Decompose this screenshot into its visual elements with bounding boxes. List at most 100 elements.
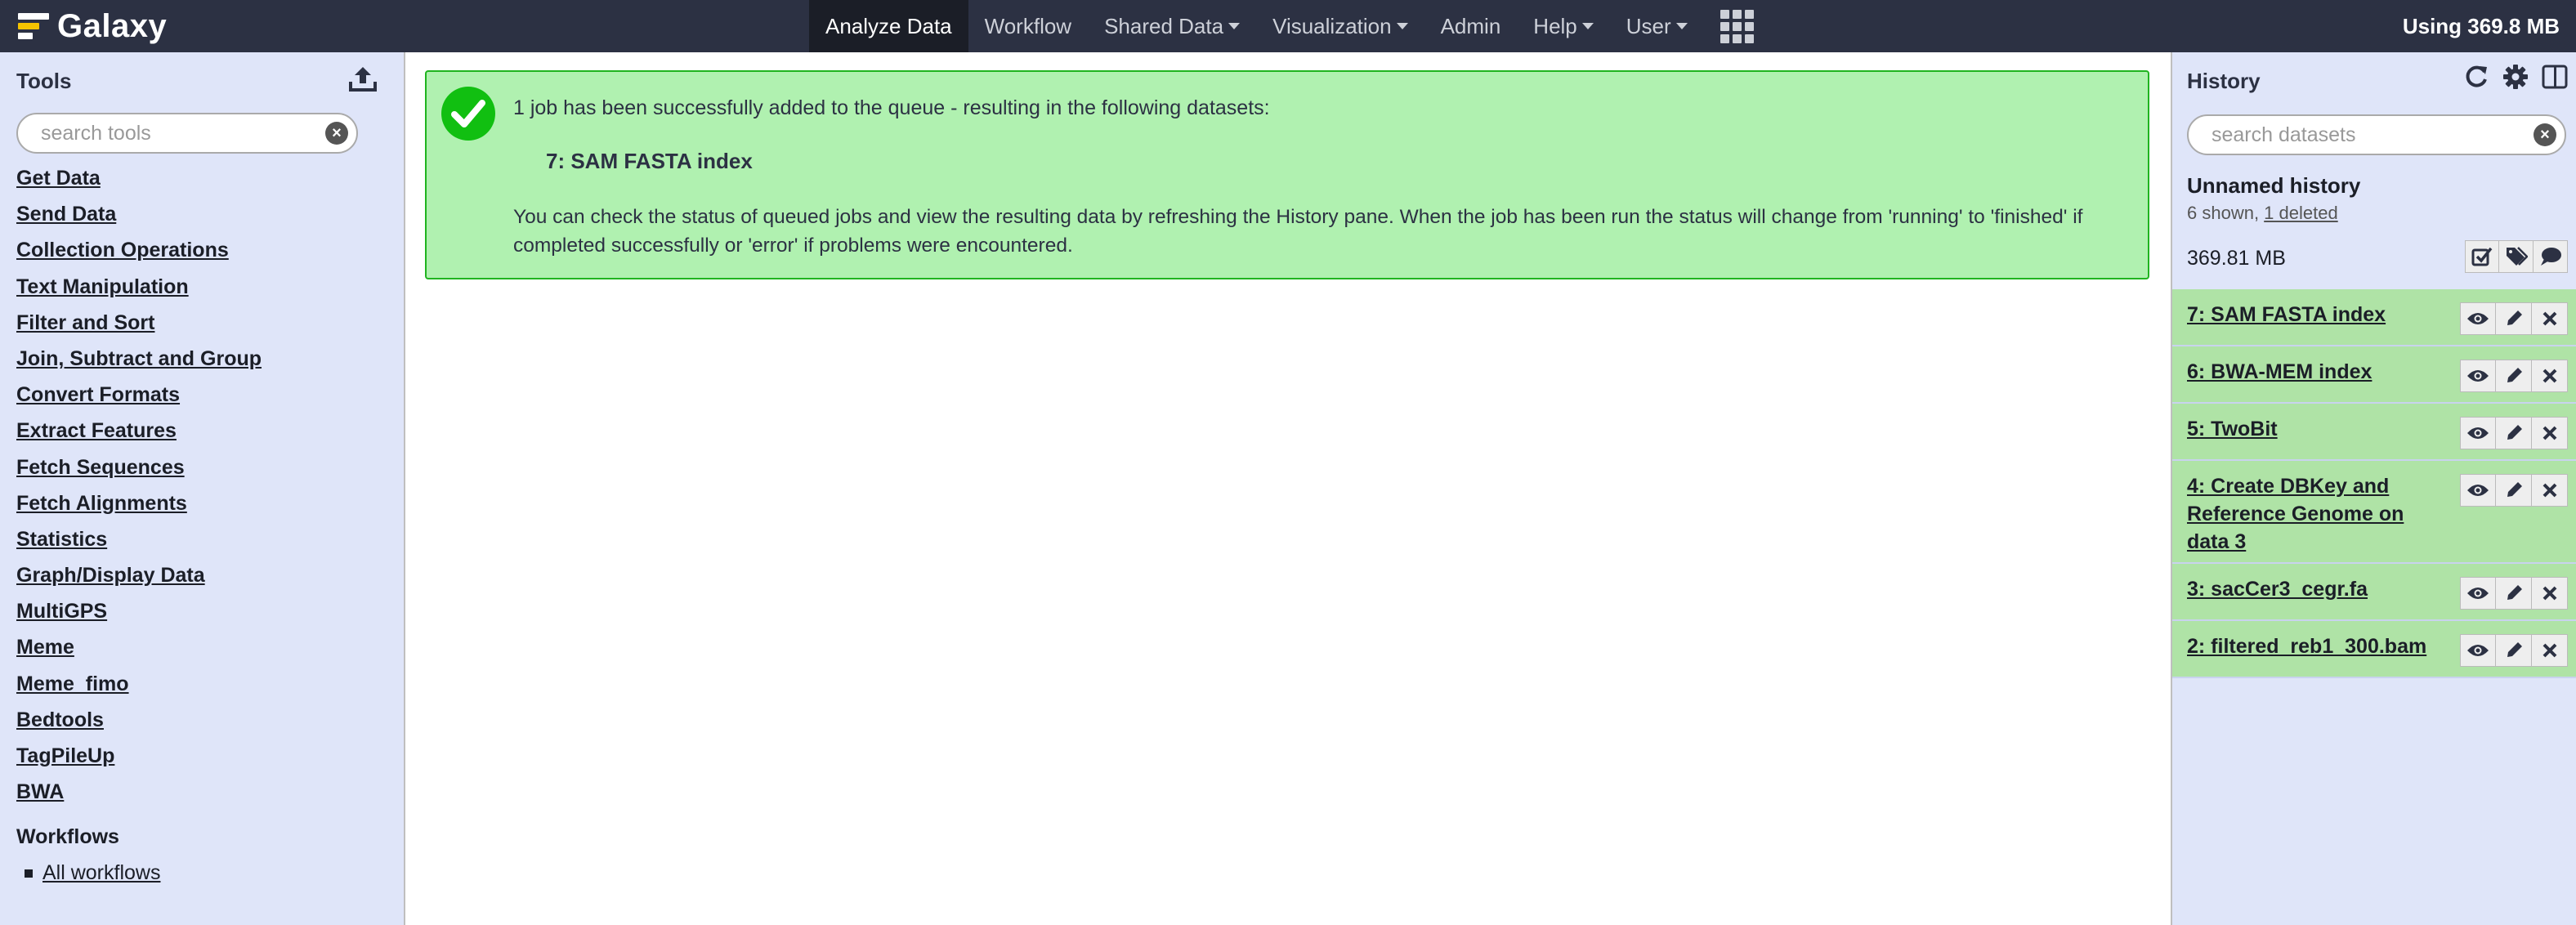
view-dataset-button[interactable]: [2460, 417, 2496, 449]
dataset-item[interactable]: 6: BWA-MEM index: [2172, 346, 2576, 404]
nav-analyze-data[interactable]: Analyze Data: [809, 0, 968, 52]
dataset-item[interactable]: 5: TwoBit: [2172, 404, 2576, 461]
nav-label: Admin: [1440, 13, 1501, 38]
success-message: 1 job has been successfully added to the…: [425, 70, 2149, 279]
dataset-title[interactable]: 5: TwoBit: [2187, 415, 2440, 443]
edit-dataset-button[interactable]: [2496, 417, 2532, 449]
view-dataset-button[interactable]: [2460, 302, 2496, 335]
tool-section-join-subtract-group[interactable]: Join, Subtract and Group: [16, 341, 262, 377]
tool-section-send-data[interactable]: Send Data: [16, 196, 262, 232]
clear-search-icon[interactable]: ×: [325, 122, 348, 145]
nav-admin[interactable]: Admin: [1424, 0, 1518, 52]
edit-annotation-button[interactable]: [2534, 240, 2568, 273]
tool-section-convert-formats[interactable]: Convert Formats: [16, 377, 262, 413]
check-circle-icon: [441, 87, 495, 141]
tool-search-input[interactable]: search tools ×: [16, 113, 358, 154]
dataset-item[interactable]: 2: filtered_reb1_300.bam: [2172, 621, 2576, 678]
history-counts: 6 shown, 1 deleted: [2187, 203, 2338, 224]
tool-section-statistics[interactable]: Statistics: [16, 521, 262, 557]
edit-dataset-button[interactable]: [2496, 577, 2532, 610]
deleted-count-link[interactable]: 1 deleted: [2264, 203, 2338, 223]
nav-apps[interactable]: [1704, 0, 1770, 52]
eye-icon: [2467, 645, 2489, 656]
tool-section-fetch-sequences[interactable]: Fetch Sequences: [16, 449, 262, 485]
close-icon: [2542, 586, 2556, 601]
edit-tags-button[interactable]: [2499, 240, 2534, 273]
select-datasets-button[interactable]: [2465, 240, 2499, 273]
tool-search-placeholder: search tools: [41, 122, 151, 145]
delete-dataset-button[interactable]: [2532, 634, 2568, 667]
delete-dataset-button[interactable]: [2532, 577, 2568, 610]
eye-icon: [2467, 313, 2489, 324]
quota-meter[interactable]: Using 369.8 MB: [2403, 0, 2560, 52]
tool-section-meme[interactable]: Meme: [16, 629, 262, 665]
nav-shared-data[interactable]: Shared Data: [1088, 0, 1256, 52]
eye-icon: [2467, 588, 2489, 599]
toggle-panel-button[interactable]: [2542, 64, 2568, 90]
close-icon: [2542, 369, 2556, 383]
nav-visualization[interactable]: Visualization: [1256, 0, 1424, 52]
dataset-list: 7: SAM FASTA index 6: BWA-MEM index 5: T…: [2172, 289, 2576, 678]
galaxy-logo-icon: [18, 10, 51, 42]
dataset-item[interactable]: 3: sacCer3_cegr.fa: [2172, 564, 2576, 621]
nav-label: User: [1626, 13, 1671, 38]
edit-dataset-button[interactable]: [2496, 360, 2532, 392]
edit-dataset-button[interactable]: [2496, 302, 2532, 335]
view-dataset-button[interactable]: [2460, 634, 2496, 667]
tool-section-filter-and-sort[interactable]: Filter and Sort: [16, 305, 262, 341]
edit-dataset-button[interactable]: [2496, 474, 2532, 507]
brand-link[interactable]: Galaxy: [18, 7, 167, 46]
gear-icon: [2503, 65, 2528, 89]
dataset-title[interactable]: 6: BWA-MEM index: [2187, 358, 2440, 386]
dataset-title[interactable]: 4: Create DBKey and Reference Genome on …: [2187, 472, 2440, 556]
history-search-input[interactable]: search datasets ×: [2187, 114, 2566, 155]
nav-help[interactable]: Help: [1517, 0, 1609, 52]
check-square-icon: [2471, 247, 2493, 266]
upload-button[interactable]: [345, 62, 381, 95]
nav-label: Analyze Data: [825, 13, 952, 38]
view-dataset-button[interactable]: [2460, 360, 2496, 392]
close-icon: [2542, 643, 2556, 658]
refresh-history-button[interactable]: [2463, 64, 2489, 90]
delete-dataset-button[interactable]: [2532, 302, 2568, 335]
dataset-title[interactable]: 2: filtered_reb1_300.bam: [2187, 632, 2440, 660]
tool-section-fetch-alignments[interactable]: Fetch Alignments: [16, 485, 262, 521]
history-header-icons: [2463, 64, 2568, 90]
clear-search-icon[interactable]: ×: [2534, 123, 2556, 146]
pencil-icon: [2507, 425, 2522, 440]
caret-down-icon: [1396, 23, 1408, 29]
tool-section-tagpileup[interactable]: TagPileUp: [16, 738, 262, 774]
edit-dataset-button[interactable]: [2496, 634, 2532, 667]
dataset-buttons: [2460, 634, 2568, 667]
tool-section-bwa[interactable]: BWA: [16, 774, 262, 810]
nav-label: Shared Data: [1104, 13, 1224, 38]
main-nav: Analyze Data Workflow Shared Data Visual…: [809, 0, 1770, 52]
tool-section-multigps[interactable]: MultiGPS: [16, 593, 262, 629]
tool-panel-header: Tools: [0, 52, 404, 105]
tool-section-graph-display-data[interactable]: Graph/Display Data: [16, 557, 262, 593]
dataset-item[interactable]: 7: SAM FASTA index: [2172, 289, 2576, 346]
view-dataset-button[interactable]: [2460, 474, 2496, 507]
history-name[interactable]: Unnamed history: [2187, 173, 2360, 199]
dataset-title[interactable]: 3: sacCer3_cegr.fa: [2187, 575, 2440, 603]
delete-dataset-button[interactable]: [2532, 417, 2568, 449]
history-options-button[interactable]: [2502, 64, 2529, 90]
nav-user[interactable]: User: [1610, 0, 1704, 52]
message-dataset: 7: SAM FASTA index: [546, 149, 753, 173]
all-workflows-link[interactable]: All workflows: [25, 861, 160, 885]
tool-section-bedtools[interactable]: Bedtools: [16, 702, 262, 738]
dataset-item[interactable]: 4: Create DBKey and Reference Genome on …: [2172, 461, 2576, 564]
dataset-buttons: [2460, 417, 2568, 449]
view-dataset-button[interactable]: [2460, 577, 2496, 610]
tool-section-text-manipulation[interactable]: Text Manipulation: [16, 269, 262, 305]
tool-section-extract-features[interactable]: Extract Features: [16, 413, 262, 449]
message-body: You can check the status of queued jobs …: [513, 206, 2083, 257]
tool-section-get-data[interactable]: Get Data: [16, 160, 262, 196]
tool-section-collection-operations[interactable]: Collection Operations: [16, 232, 262, 268]
nav-workflow[interactable]: Workflow: [968, 0, 1088, 52]
delete-dataset-button[interactable]: [2532, 360, 2568, 392]
delete-dataset-button[interactable]: [2532, 474, 2568, 507]
dataset-title[interactable]: 7: SAM FASTA index: [2187, 301, 2440, 328]
pencil-icon: [2507, 368, 2522, 382]
tool-section-meme-fimo[interactable]: Meme_fimo: [16, 666, 262, 702]
